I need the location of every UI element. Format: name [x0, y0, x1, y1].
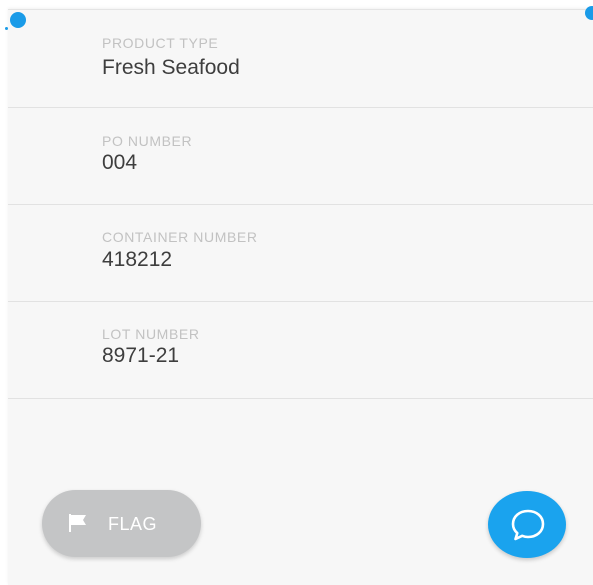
po-number-field: PO NUMBER 004	[8, 107, 593, 205]
selection-handle-dot	[5, 27, 8, 30]
flag-button-label: FLAG	[108, 514, 158, 534]
po-number-value: 004	[102, 151, 138, 174]
chat-button[interactable]	[488, 491, 566, 558]
flag-icon	[69, 514, 86, 532]
selection-handle-left[interactable]	[10, 12, 26, 28]
product-type-value: Fresh Seafood	[102, 56, 240, 79]
lot-number-value: 8971-21	[102, 344, 180, 367]
lot-number-field: LOT NUMBER 8971-21	[8, 301, 593, 399]
selection-handle-right[interactable]	[585, 6, 593, 20]
product-type-label: PRODUCT TYPE	[102, 35, 219, 51]
container-number-field: CONTAINER NUMBER 418212	[8, 204, 593, 302]
product-type-field: PRODUCT TYPE Fresh Seafood	[8, 10, 593, 108]
chat-bubble-icon	[511, 509, 545, 541]
po-number-label: PO NUMBER	[102, 133, 193, 149]
lot-number-label: LOT NUMBER	[102, 326, 200, 342]
container-number-value: 418212	[102, 248, 173, 271]
container-number-label: CONTAINER NUMBER	[102, 229, 258, 245]
flag-button[interactable]: FLAG	[42, 490, 201, 557]
